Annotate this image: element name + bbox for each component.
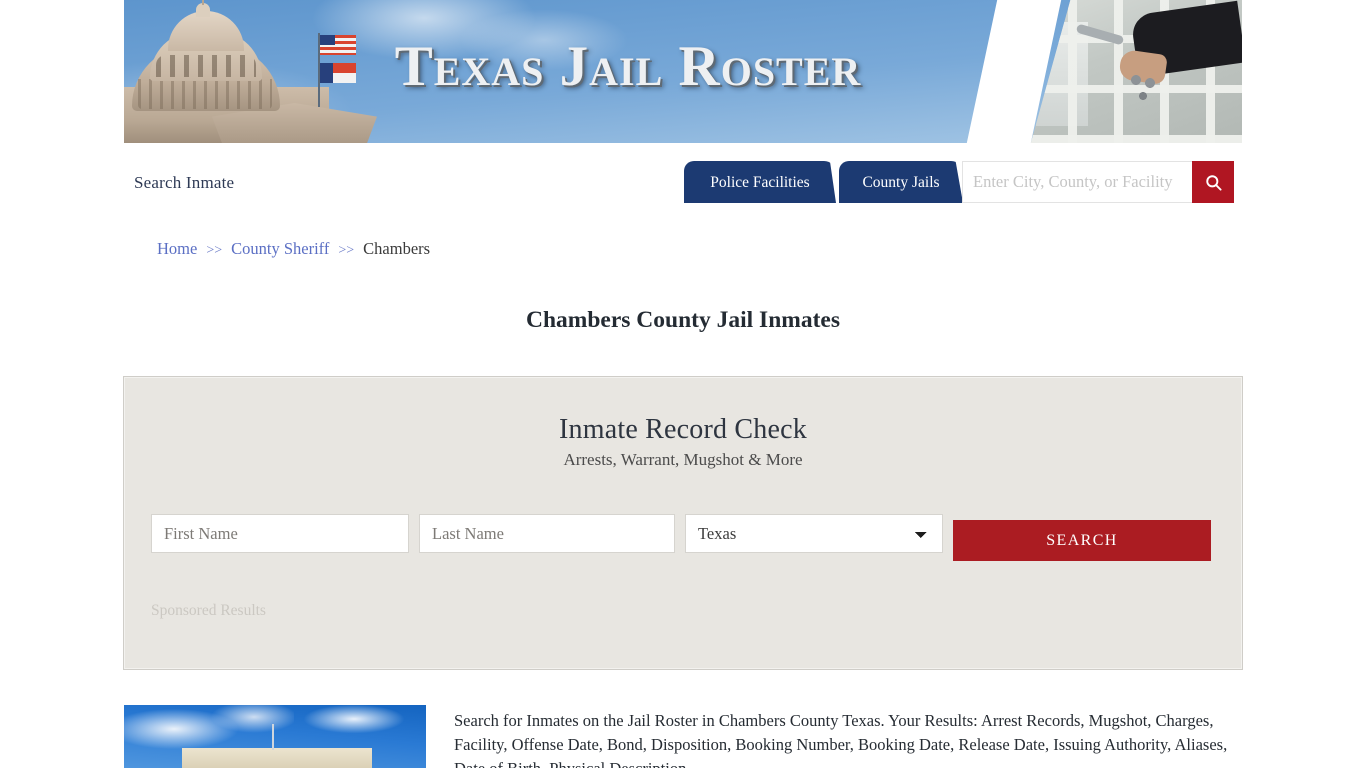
panel-subheading: Arrests, Warrant, Mugshot & More — [563, 450, 803, 469]
breadcrumb-separator: >> — [338, 243, 355, 258]
breadcrumb-item-chambers: Chambers — [363, 239, 431, 258]
breadcrumb-separator: >> — [206, 243, 223, 258]
tab-county-jails[interactable]: County Jails — [839, 161, 963, 203]
state-select[interactable]: Texas — [685, 514, 943, 553]
last-name-input[interactable] — [419, 514, 675, 553]
header-search-button[interactable] — [1192, 161, 1234, 203]
breadcrumb: Home >> County Sheriff >> Chambers — [157, 239, 430, 259]
site-banner: Texas Jail Roster — [124, 0, 1242, 143]
search-icon — [1205, 174, 1222, 191]
result-description: Search for Inmates on the Jail Roster in… — [454, 711, 1228, 768]
inmate-record-check-panel: Inmate Record Check Arrests, Warrant, Mu… — [123, 376, 1243, 670]
breadcrumb-item-home[interactable]: Home — [157, 239, 197, 259]
header-search-input[interactable] — [962, 161, 1194, 203]
header-nav: Search Inmate Police Facilities County J… — [124, 143, 1242, 221]
panel-heading: Inmate Record Check — [559, 414, 807, 445]
nav-search-inmate-link[interactable]: Search Inmate — [134, 173, 234, 193]
inmate-search-form: Texas SEARCH — [151, 514, 1217, 561]
search-submit-button[interactable]: SEARCH — [953, 520, 1211, 561]
page-title: Chambers County Jail Inmates — [525, 306, 840, 333]
page-root: Texas Jail Roster Search Inmate Police F… — [0, 0, 1366, 768]
site-title: Texas Jail Roster — [394, 35, 862, 98]
sponsored-results-label: Sponsored Results — [151, 602, 266, 619]
tab-police-facilities[interactable]: Police Facilities — [684, 161, 836, 203]
first-name-input[interactable] — [151, 514, 409, 553]
breadcrumb-item-county-sheriff[interactable]: County Sheriff — [231, 239, 329, 259]
result-thumbnail-image[interactable] — [124, 705, 426, 768]
